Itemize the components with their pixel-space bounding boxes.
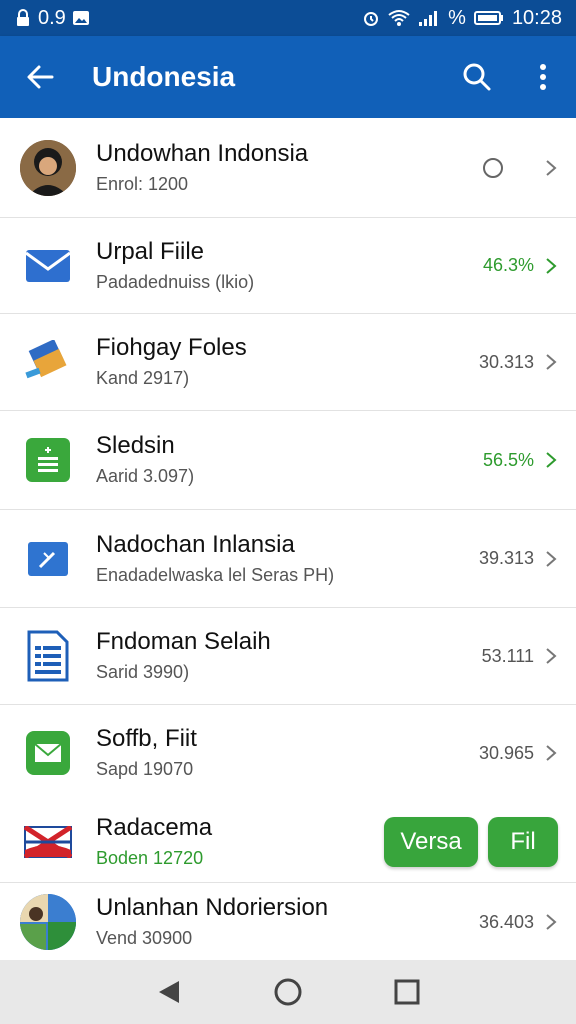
list-item-value: 39.313	[478, 548, 534, 568]
list-item-subtitle: Kand 2917)	[96, 368, 190, 388]
list-item-title: Unlanhan Ndoriersion	[96, 894, 329, 921]
list-item-subtitle: Sarid 3990)	[96, 662, 190, 682]
fil-button[interactable]: Fil	[488, 816, 558, 867]
nav-back-button[interactable]	[139, 962, 199, 1022]
list-item-subtitle: Padadednuiss (lkio)	[96, 271, 255, 292]
list-item[interactable]: Fndoman Selaih Sarid 3990) 53.111	[0, 608, 576, 705]
list-item[interactable]: Fiohgay Foles Kand 2917) 30.313	[0, 314, 576, 411]
list-item-title: Undowhan Indonsia	[96, 139, 309, 167]
edit-doc-icon	[28, 541, 68, 576]
status-bar: 0.9 % 10:28	[0, 0, 576, 36]
chevron-right-icon	[546, 745, 557, 761]
nav-home-icon	[274, 978, 302, 1006]
app-bar: Undonesia	[0, 36, 576, 118]
list-item-title: Nadochan Inlansia	[96, 530, 295, 558]
nav-recents-icon	[394, 979, 420, 1005]
chevron-right-icon	[546, 550, 557, 567]
list-item-subtitle: Enrol: 1200	[96, 173, 189, 194]
image-icon	[72, 11, 89, 25]
photo-avatar	[20, 894, 76, 950]
page-title: Undonesia	[92, 61, 236, 92]
sheet-icon	[26, 438, 70, 482]
nav-recents-button[interactable]	[377, 962, 437, 1022]
list-item-value: 30.965	[478, 742, 534, 763]
more-options-button[interactable]	[510, 36, 576, 118]
chevron-right-icon	[546, 648, 557, 664]
list-item[interactable]: Unlanhan Ndoriersion Vend 30900 36.403	[0, 883, 576, 961]
chevron-right-icon	[546, 354, 557, 370]
list-item-value: 36.403	[478, 911, 534, 932]
list-item-title: Sledsin	[96, 432, 175, 459]
list-item[interactable]: Soffb, Fiit Sapd 19070 30.965	[0, 705, 576, 801]
mail-icon	[25, 249, 71, 282]
more-vert-icon	[540, 64, 546, 90]
list-item-subtitle: Boden 12720	[96, 847, 204, 868]
list-item-subtitle: Vend 30900	[96, 928, 193, 948]
battery-text: %	[448, 6, 466, 29]
book-icon	[25, 340, 67, 379]
envelope-app-icon	[26, 731, 70, 775]
search-button[interactable]	[444, 36, 510, 118]
wifi-icon	[388, 10, 410, 26]
status-left: 0.9	[14, 7, 90, 30]
list-item-title: Fiohgay Foles	[96, 334, 247, 361]
item-list: Undowhan Indonsia Enrol: 1200 Urpal Fiil…	[0, 118, 576, 961]
status-left-text: 0.9	[38, 6, 66, 29]
search-icon	[463, 63, 491, 91]
signal-icon	[419, 11, 438, 26]
versa-button[interactable]: Versa	[384, 816, 478, 867]
nav-home-button[interactable]	[258, 962, 318, 1022]
list-item[interactable]: Sledsin Aarid 3.097) 56.5%	[0, 411, 576, 510]
chevron-right-icon	[546, 257, 557, 274]
chevron-right-icon	[546, 452, 557, 468]
list-item-title: Radacema	[96, 813, 213, 841]
list-item-title: Urpal Fiile	[96, 237, 205, 265]
lock-icon	[17, 9, 29, 26]
list-item[interactable]: Radacema Boden 12720 Versa Fil	[0, 801, 576, 883]
chevron-right-icon	[546, 159, 557, 176]
list-item[interactable]: Nadochan Inlansia Enadadelwaska lel Sera…	[0, 510, 576, 608]
list-item-title: Fndoman Selaih	[96, 628, 271, 655]
list-item-subtitle: Aarid 3.097)	[96, 466, 195, 486]
list-item-value: 56.5%	[482, 449, 534, 470]
list-item[interactable]: Urpal Fiile Padadednuiss (lkio) 46.3%	[0, 218, 576, 314]
radio-button-icon[interactable]	[482, 157, 504, 179]
status-time: 10:28	[511, 6, 562, 29]
arrow-back-icon	[27, 65, 54, 89]
list-item-subtitle: Sapd 19070	[96, 759, 194, 779]
avatar	[20, 139, 76, 196]
nav-back-icon	[159, 981, 180, 1003]
alarm-icon	[364, 12, 379, 26]
flag-icon	[24, 825, 72, 858]
list-item-value: 53.111	[481, 645, 534, 666]
navigation-bar	[0, 960, 576, 1024]
list-item-value: 46.3%	[482, 255, 534, 275]
chevron-right-icon	[546, 914, 557, 930]
back-button[interactable]	[0, 36, 80, 118]
list-item-subtitle: Enadadelwaska lel Seras PH)	[96, 564, 335, 585]
list-item-value: 30.313	[478, 351, 534, 372]
document-icon	[27, 630, 69, 682]
battery-icon	[473, 11, 503, 25]
list-item-title: Soffb, Fiit	[96, 725, 197, 752]
status-right: % 10:28	[362, 7, 562, 30]
list-item[interactable]: Undowhan Indonsia Enrol: 1200	[0, 118, 576, 218]
